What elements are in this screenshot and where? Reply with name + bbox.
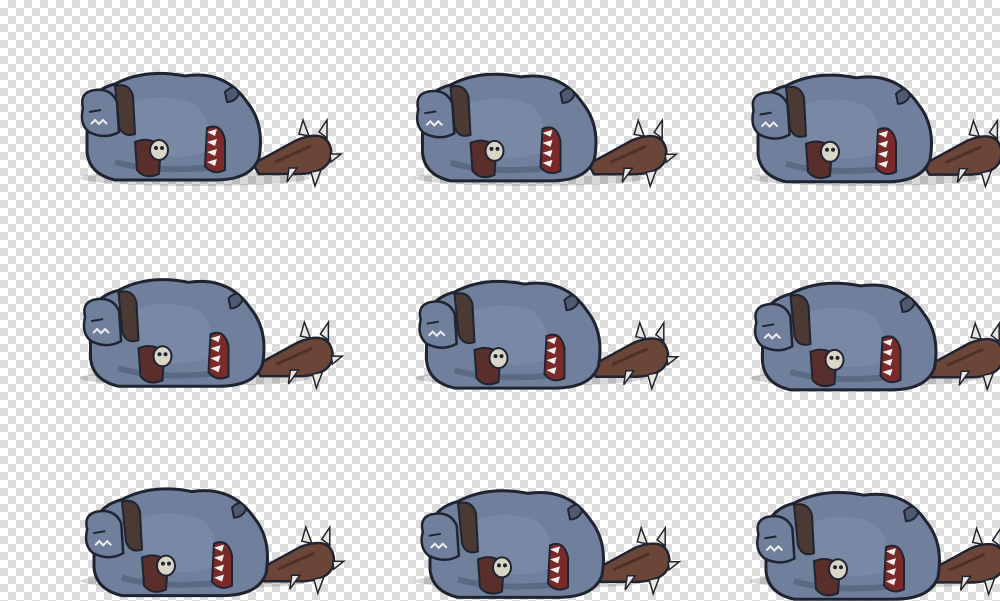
troll-body (82, 278, 266, 388)
open-mouth (543, 333, 566, 382)
troll-head (80, 88, 121, 138)
troll-body (756, 491, 941, 601)
skull-ornament (824, 348, 845, 371)
troll-sprite (750, 73, 1000, 189)
troll-sprite (80, 71, 344, 189)
troll-head (84, 509, 125, 559)
sprite-frame-5 (410, 262, 680, 392)
troll-body (420, 489, 605, 599)
troll-body (80, 71, 262, 182)
open-mouth (874, 127, 897, 176)
open-mouth (882, 544, 905, 593)
sprite-frame-2 (410, 62, 679, 192)
skull-ornament (149, 139, 169, 161)
sprite-frame-8 (410, 465, 682, 599)
open-mouth (210, 541, 233, 589)
troll-sprite (750, 281, 1000, 392)
troll-head (82, 297, 123, 347)
skull-ornament (484, 139, 505, 162)
troll-sprite (80, 278, 345, 391)
sprite-frame-7 (75, 465, 346, 598)
sprite-frame-6 (745, 262, 1000, 392)
troll-head (420, 512, 461, 562)
sprite-frame-3 (745, 62, 1000, 192)
troll-body (415, 72, 598, 183)
sprite-frame-9 (745, 465, 1000, 601)
troll-sprite (415, 279, 680, 392)
troll-body (84, 487, 269, 598)
troll-head (418, 300, 458, 349)
troll-body (753, 281, 938, 392)
skull-ornament (152, 345, 173, 368)
open-mouth (203, 125, 226, 174)
troll-sprite (750, 491, 1000, 601)
open-mouth (879, 335, 902, 384)
troll-body (751, 73, 933, 184)
open-mouth (207, 331, 230, 380)
skull-ornament (828, 558, 848, 581)
skull-ornament (820, 140, 840, 163)
skull-ornament (156, 554, 176, 577)
troll-head (756, 514, 796, 564)
troll-head (415, 89, 456, 139)
troll-sprite (415, 489, 682, 599)
troll-sprite (80, 487, 346, 598)
troll-sprite (415, 72, 679, 189)
sprite-frame-1 (75, 62, 344, 192)
sprite-frame-4 (75, 262, 345, 392)
troll-body (418, 279, 602, 390)
open-mouth (539, 126, 562, 175)
sprite-sheet-canvas (0, 0, 1000, 601)
skull-ornament (492, 556, 512, 579)
troll-head (753, 302, 794, 352)
open-mouth (546, 542, 569, 591)
troll-head (751, 91, 791, 140)
skull-ornament (488, 347, 509, 370)
